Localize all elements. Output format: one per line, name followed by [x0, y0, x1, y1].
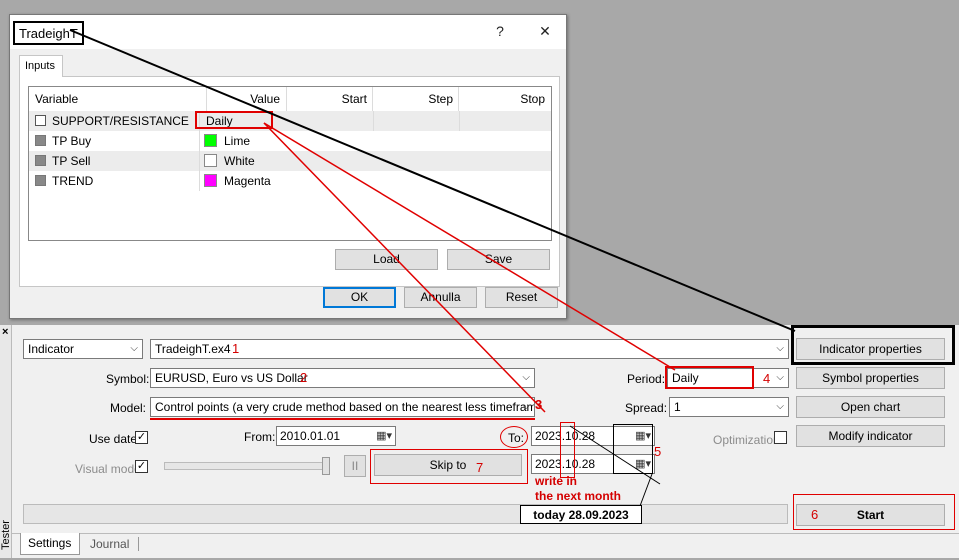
annotation-line-black	[569, 425, 661, 485]
annotation-6: 6	[811, 507, 819, 522]
annotation-3: 3	[535, 397, 543, 412]
annotation-4: 4	[763, 371, 771, 386]
annotation-7: 7	[476, 460, 484, 475]
annotation-2: 2	[300, 370, 308, 385]
annotation-5: 5	[654, 444, 662, 459]
annotation-line-black	[639, 473, 653, 507]
annotation-line-black	[69, 29, 796, 332]
annotation-today: today 28.09.2023	[520, 505, 642, 524]
annotation-line-red	[263, 122, 546, 413]
annotation-line-red	[263, 122, 676, 371]
annotation-1: 1	[232, 341, 240, 356]
annotation-write-note: write in	[535, 474, 578, 488]
annotation-write-note: the next month	[535, 489, 621, 503]
